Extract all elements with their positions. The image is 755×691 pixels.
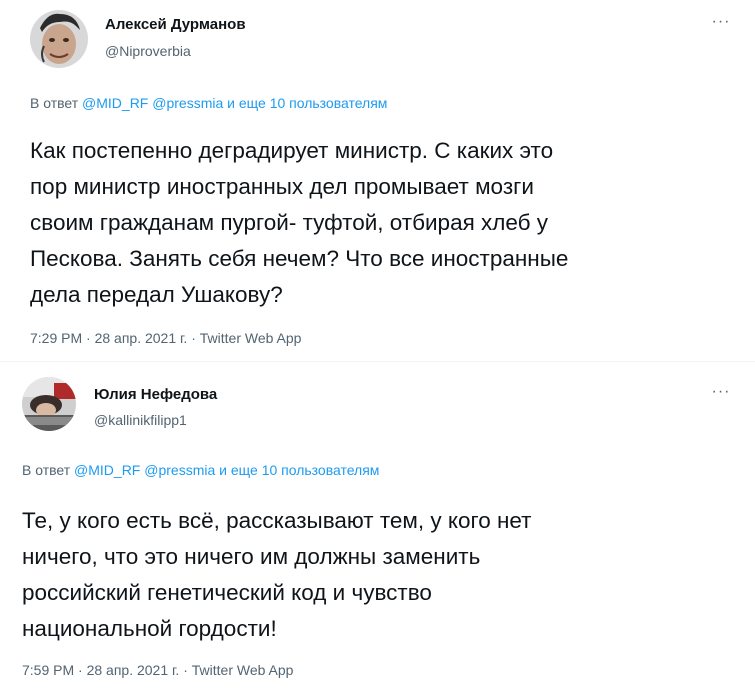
tweet-source[interactable]: Twitter Web App bbox=[192, 662, 294, 678]
avatar[interactable] bbox=[22, 377, 76, 431]
avatar-image bbox=[30, 10, 88, 68]
tweet-text-line: национальной гордости! bbox=[22, 616, 277, 641]
tweet-text-line: дела передал Ушакову? bbox=[30, 282, 283, 307]
mention-link[interactable]: @MID_RF bbox=[74, 462, 140, 478]
tweet-text: Те, у кого есть всё, рассказывают тем, у… bbox=[22, 503, 531, 647]
others-link[interactable]: и еще 10 пользователям bbox=[227, 95, 387, 111]
more-options-icon[interactable]: ··· bbox=[709, 14, 733, 32]
tweet-meta: 7:59 PM · 28 апр. 2021 г. · Twitter Web … bbox=[22, 662, 293, 678]
tweet-time[interactable]: 7:29 PM bbox=[30, 330, 82, 346]
tweet-text-line: пор министр иностранных дел промывает мо… bbox=[30, 174, 534, 199]
tweet-text-line: Как постепенно деградирует министр. С ка… bbox=[30, 138, 554, 163]
avatar[interactable] bbox=[30, 10, 88, 68]
more-options-icon[interactable]: ··· bbox=[709, 384, 733, 402]
separator: · bbox=[86, 330, 91, 346]
reply-context: В ответ @MID_RF @pressmia и еще 10 польз… bbox=[22, 462, 379, 478]
tweet-text-line: ничего, что это ничего им должны заменит… bbox=[22, 544, 481, 569]
tweet-source[interactable]: Twitter Web App bbox=[200, 330, 302, 346]
separator: · bbox=[191, 330, 196, 346]
tweet-date[interactable]: 28 апр. 2021 г. bbox=[87, 662, 180, 678]
tweet-time[interactable]: 7:59 PM bbox=[22, 662, 74, 678]
others-link[interactable]: и еще 10 пользователям bbox=[219, 462, 379, 478]
mention-link[interactable]: @pressmia bbox=[152, 95, 223, 111]
tweet-text-line: Пескова. Занять себя нечем? Что все инос… bbox=[30, 246, 569, 271]
reply-prefix: В ответ bbox=[30, 95, 79, 111]
author-name[interactable]: Юлия Нефедова bbox=[94, 386, 217, 403]
separator: · bbox=[183, 662, 188, 678]
tweet-text: Как постепенно деградирует министр. С ка… bbox=[30, 133, 568, 313]
tweet: Юлия Нефедова @kallinikfilipp1 ··· В отв… bbox=[0, 362, 755, 691]
reply-prefix: В ответ bbox=[22, 462, 71, 478]
reply-context: В ответ @MID_RF @pressmia и еще 10 польз… bbox=[30, 95, 387, 111]
mention-link[interactable]: @MID_RF bbox=[82, 95, 148, 111]
tweet-text-line: своим гражданам пургой- туфтой, отбирая … bbox=[30, 210, 549, 235]
tweet-text-line: российский генетический код и чувство bbox=[22, 580, 432, 605]
tweet-meta: 7:29 PM · 28 апр. 2021 г. · Twitter Web … bbox=[30, 330, 301, 346]
tweet-date[interactable]: 28 апр. 2021 г. bbox=[95, 330, 188, 346]
tweet-text-line: Те, у кого есть всё, рассказывают тем, у… bbox=[22, 508, 532, 533]
author-handle[interactable]: @kallinikfilipp1 bbox=[94, 412, 187, 428]
separator: · bbox=[78, 662, 83, 678]
avatar-image bbox=[22, 377, 76, 431]
mention-link[interactable]: @pressmia bbox=[144, 462, 215, 478]
author-handle[interactable]: @Niproverbia bbox=[105, 43, 191, 59]
author-name[interactable]: Алексей Дурманов bbox=[105, 16, 246, 33]
tweet: Алексей Дурманов @Niproverbia ··· В отве… bbox=[0, 0, 755, 362]
